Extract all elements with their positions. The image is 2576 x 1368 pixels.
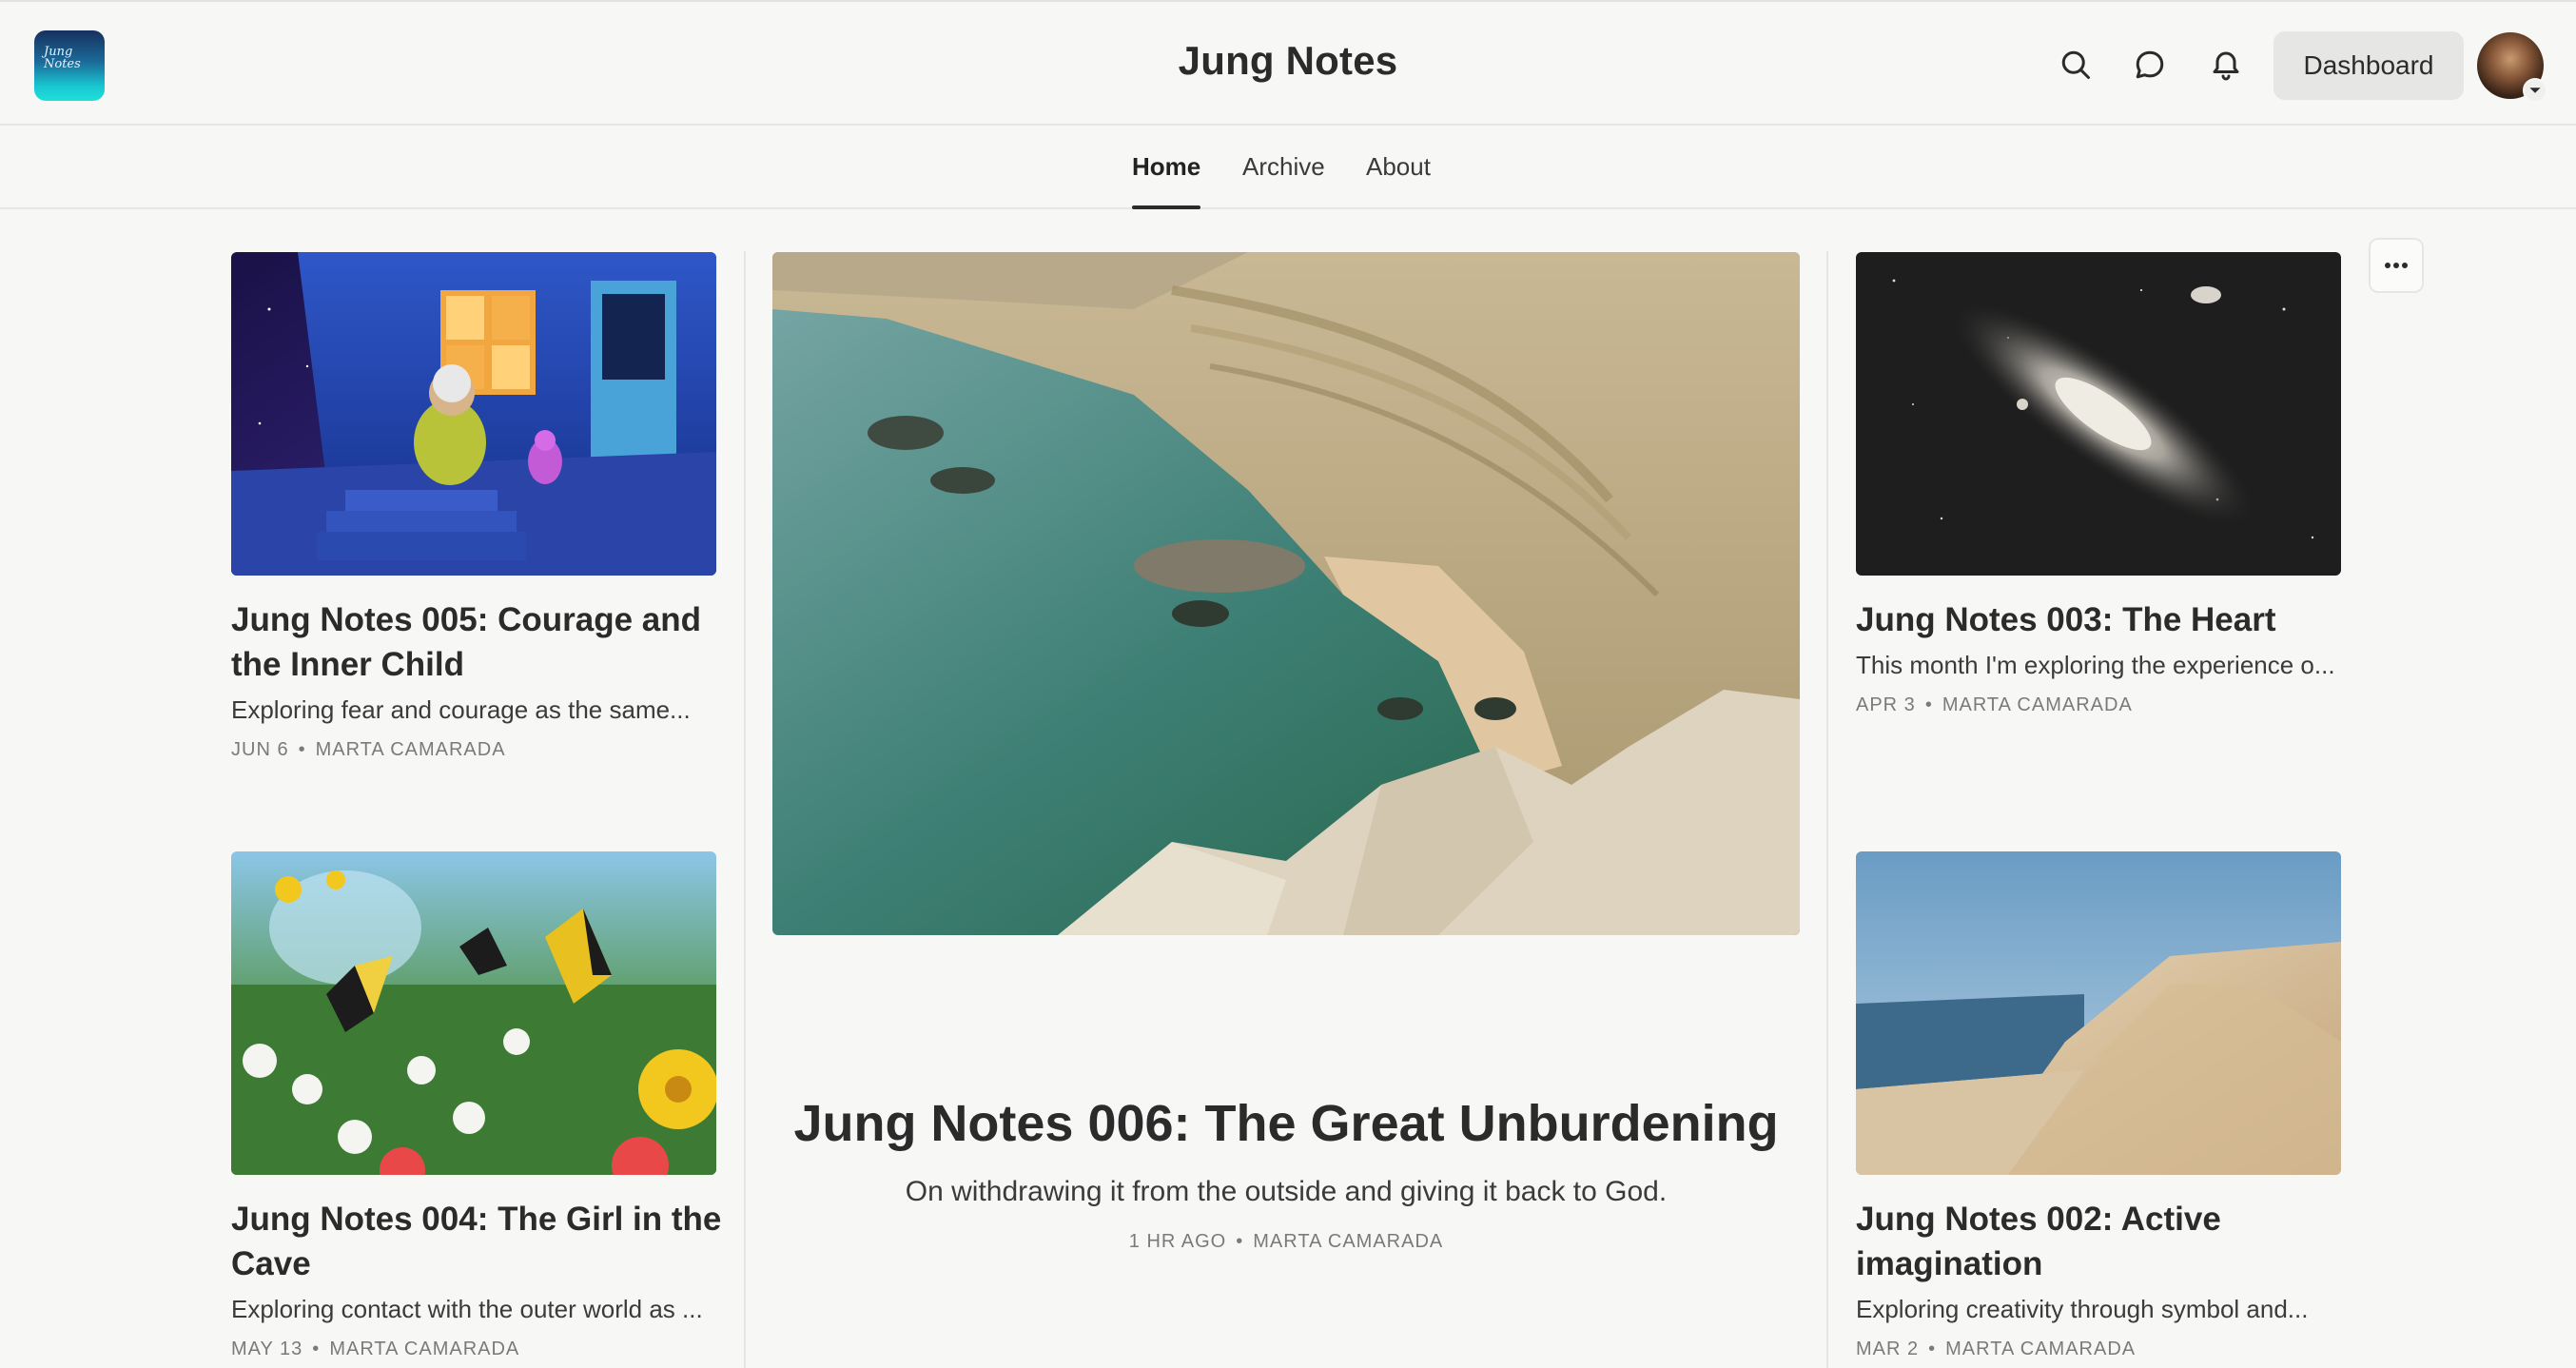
post-author[interactable]: MARTA CAMARADA <box>1942 694 2133 715</box>
post-subtitle-003: This month I'm exploring the experience … <box>1856 651 2335 679</box>
chevron-down-icon <box>2529 88 2541 93</box>
column-divider <box>744 251 746 1368</box>
notifications-button[interactable] <box>2203 42 2249 88</box>
more-icon <box>2385 263 2408 268</box>
section-nav: Home Archive About <box>0 126 2576 209</box>
post-thumbnail-003[interactable] <box>1856 252 2341 576</box>
dashboard-button[interactable]: Dashboard <box>2274 31 2464 100</box>
meta-separator: • <box>1236 1231 1244 1252</box>
search-button[interactable] <box>2053 42 2098 88</box>
meta-separator: • <box>1928 1339 1937 1359</box>
post-title-003[interactable]: Jung Notes 003: The Heart <box>1856 597 2351 642</box>
post-title-005[interactable]: Jung Notes 005: Courage and the Inner Ch… <box>231 597 726 687</box>
chat-icon <box>2136 50 2164 79</box>
post-date: 1 HR AGO <box>1128 1231 1227 1252</box>
meta-separator: • <box>1924 694 1933 715</box>
post-subtitle-002: Exploring creativity through symbol and.… <box>1856 1295 2309 1323</box>
featured-post-meta: 1 HR AGO • MARTA CAMARADA <box>772 1231 1800 1253</box>
meta-separator: • <box>312 1339 321 1359</box>
post-meta-005: JUN 6 • MARTA CAMARADA <box>231 739 506 761</box>
post-thumbnail-005[interactable] <box>231 252 716 576</box>
account-menu-toggle[interactable] <box>2523 78 2547 103</box>
more-options-button[interactable] <box>2369 238 2424 293</box>
column-divider <box>1826 251 1828 1368</box>
site-title[interactable]: Jung Notes <box>0 38 2576 84</box>
post-date: MAY 13 <box>231 1339 303 1359</box>
tab-archive[interactable]: Archive <box>1242 152 1325 209</box>
post-date: MAR 2 <box>1856 1339 1920 1359</box>
post-title-004[interactable]: Jung Notes 004: The Girl in the Cave <box>231 1197 726 1286</box>
post-subtitle-005: Exploring fear and courage as the same..… <box>231 695 691 724</box>
post-meta-004: MAY 13 • MARTA CAMARADA <box>231 1339 519 1360</box>
post-meta-003: APR 3 • MARTA CAMARADA <box>1856 694 2133 716</box>
post-meta-002: MAR 2 • MARTA CAMARADA <box>1856 1339 2136 1360</box>
post-subtitle-004: Exploring contact with the outer world a… <box>231 1295 703 1323</box>
tab-about[interactable]: About <box>1366 152 1431 209</box>
featured-post-image[interactable] <box>772 252 1800 935</box>
featured-post-subtitle: On withdrawing it from the outside and g… <box>905 1176 1668 1207</box>
post-thumbnail-004[interactable] <box>231 851 716 1175</box>
post-author[interactable]: MARTA CAMARADA <box>316 739 506 760</box>
post-thumbnail-002[interactable] <box>1856 851 2341 1175</box>
post-date: APR 3 <box>1856 694 1916 715</box>
post-date: JUN 6 <box>231 739 289 760</box>
chat-button[interactable] <box>2127 42 2173 88</box>
post-author[interactable]: MARTA CAMARADA <box>1945 1339 2136 1359</box>
top-bar: Jung Notes Jung Notes Dashboard <box>0 0 2576 126</box>
meta-separator: • <box>298 739 306 760</box>
post-author[interactable]: MARTA CAMARADA <box>329 1339 519 1359</box>
featured-post-title[interactable]: Jung Notes 006: The Great Unburdening <box>772 1094 1800 1153</box>
bell-icon <box>2213 51 2239 81</box>
post-title-002[interactable]: Jung Notes 002: Active imagination <box>1856 1197 2351 1286</box>
post-author[interactable]: MARTA CAMARADA <box>1253 1231 1443 1252</box>
tab-home[interactable]: Home <box>1132 152 1201 209</box>
search-icon <box>2061 50 2090 79</box>
